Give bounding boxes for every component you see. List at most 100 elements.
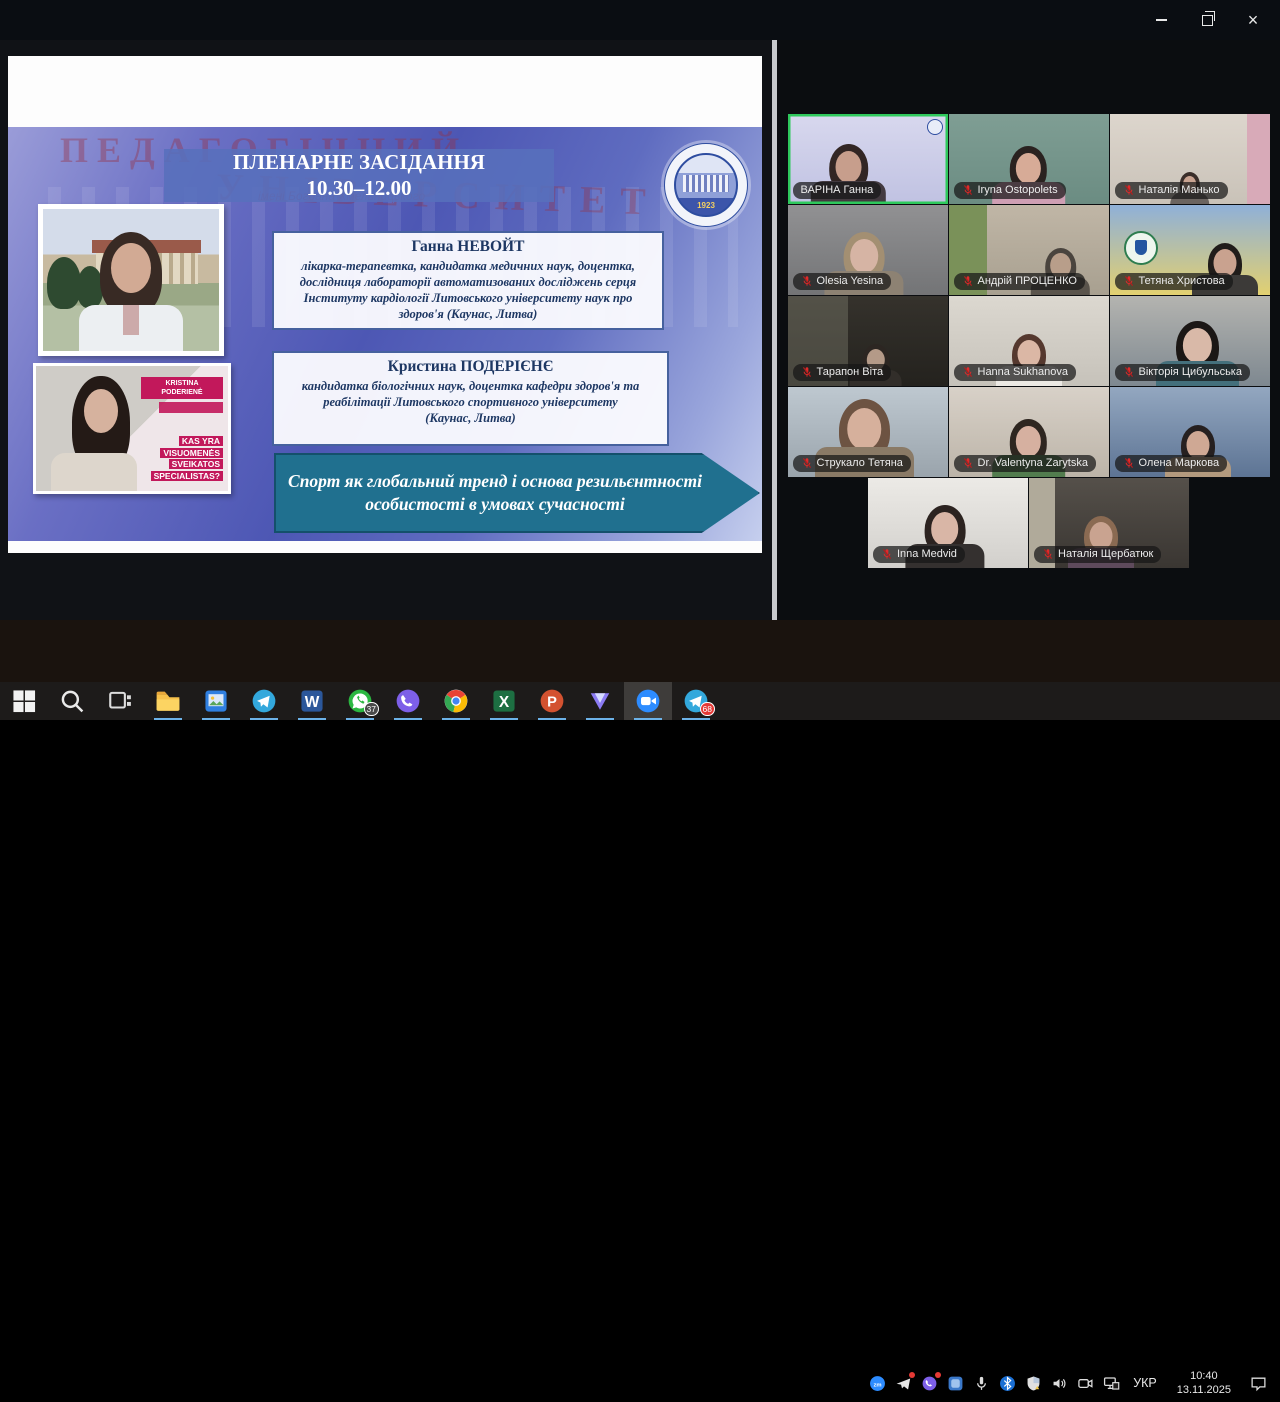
participant-name-label: Струкало Тетяна bbox=[792, 454, 911, 472]
university-emblem-seal: 1923 bbox=[674, 153, 738, 217]
taskbar-telegram-2-icon[interactable]: 68 bbox=[672, 682, 720, 720]
person-face bbox=[931, 512, 959, 546]
tile-university-emblem-icon bbox=[926, 118, 943, 135]
svg-text:X: X bbox=[499, 694, 510, 711]
taskbar-explorer-icon[interactable] bbox=[144, 682, 192, 720]
language-indicator[interactable]: УКР bbox=[1133, 1376, 1157, 1390]
slide-title-line1: ПЛЕНАРНЕ ЗАСІДАННЯ bbox=[233, 149, 485, 174]
participants-panel: ВАРІНА Ганна Iryna Ostopolets Наталія Мань… bbox=[777, 40, 1280, 620]
participant-tile[interactable]: Iryna Ostopolets bbox=[948, 113, 1109, 204]
close-button[interactable]: × bbox=[1230, 0, 1276, 40]
taskbar-start-icon[interactable] bbox=[0, 682, 48, 720]
taskbar-viber-icon[interactable] bbox=[384, 682, 432, 720]
taskbar-telegram-2-badge: 68 bbox=[699, 702, 715, 716]
taskbar-chrome-icon[interactable] bbox=[432, 682, 480, 720]
tray-app-blue-icon[interactable] bbox=[946, 1374, 964, 1392]
mic-muted-icon bbox=[1123, 275, 1135, 287]
participant-name-label: ВАРІНА Ганна bbox=[792, 181, 882, 199]
photo1-person-coat bbox=[79, 305, 183, 351]
slide-title-line2: 10.30–12.00 bbox=[306, 175, 412, 200]
participant-tile[interactable]: Наталія Манько bbox=[1109, 113, 1270, 204]
clock[interactable]: 10:40 13.11.2025 bbox=[1177, 1369, 1231, 1398]
speaker2-name: Кристина ПОДЕРІЄНЄ bbox=[387, 358, 554, 375]
screen-share-area: ПЕДАГОГІЧНИЙ УНІВЕРСИТЕТ імені Богдана Х… bbox=[0, 40, 772, 620]
participant-tile[interactable]: Олена Маркова bbox=[1109, 386, 1270, 477]
participant-tile[interactable]: Dr. Valentyna Zarytska bbox=[948, 386, 1109, 477]
restore-button[interactable] bbox=[1184, 0, 1230, 40]
taskbar-whatsapp-badge: 37 bbox=[363, 702, 379, 716]
taskbar-excel-icon[interactable]: X bbox=[480, 682, 528, 720]
participant-name: Наталія Щербатюк bbox=[1058, 548, 1154, 560]
time: 10:40 bbox=[1190, 1369, 1218, 1382]
participant-name-label: Inna Medvid bbox=[873, 545, 965, 563]
taskbar-powerpoint-icon[interactable]: P bbox=[528, 682, 576, 720]
speaker1-photo bbox=[38, 204, 224, 356]
participant-name: Струкало Тетяна bbox=[816, 457, 903, 469]
taskbar-whatsapp-icon[interactable]: 37 bbox=[336, 682, 384, 720]
participant-name-label: Тарапон Віта bbox=[792, 363, 892, 381]
photo2-caption-name: KRISTINA PODERIENĖ bbox=[141, 377, 223, 400]
participant-name: Olesia Yesina bbox=[816, 275, 884, 287]
taskbar-telegram-icon[interactable] bbox=[240, 682, 288, 720]
date: 13.11.2025 bbox=[1176, 1384, 1231, 1396]
taskbar-zoom-icon[interactable] bbox=[624, 682, 672, 720]
mic-muted-icon bbox=[1042, 548, 1054, 560]
participant-name-label: Вікторія Цибульська bbox=[1114, 363, 1250, 381]
notification-dot bbox=[909, 1372, 916, 1378]
tray-mic-icon[interactable] bbox=[972, 1374, 990, 1392]
taskbar: W 37 X P 68 zm УКР 10:40 13.11.2025 bbox=[0, 682, 1280, 1396]
taskbar-apps: W 37 X P 68 bbox=[0, 682, 720, 720]
tray-viber-tray-icon[interactable] bbox=[920, 1372, 942, 1392]
photo1-tree bbox=[47, 257, 81, 310]
mic-muted-icon bbox=[801, 457, 813, 469]
participant-tile[interactable]: Струкало Тетяна bbox=[787, 386, 948, 477]
participant-tile[interactable]: Olesia Yesina bbox=[787, 204, 948, 295]
participant-tile[interactable]: Inna Medvid bbox=[868, 477, 1028, 568]
tray-camera-icon[interactable] bbox=[1076, 1374, 1094, 1392]
participant-tile[interactable]: Вікторія Цибульська bbox=[1109, 295, 1270, 386]
person-face bbox=[1015, 425, 1042, 457]
minimize-icon bbox=[1155, 19, 1167, 21]
participant-name: ВАРІНА Ганна bbox=[800, 184, 874, 196]
mic-muted-icon bbox=[801, 366, 813, 378]
mic-muted-icon bbox=[1123, 457, 1135, 469]
participant-name: Наталія Манько bbox=[1138, 184, 1220, 196]
participant-name: Dr. Valentyna Zarytska bbox=[977, 457, 1088, 469]
speaker2-photo: KRISTINA PODERIENĖ KAS YRA VISUOMENĖS SV… bbox=[33, 363, 231, 494]
taskbar-photos-icon[interactable] bbox=[192, 682, 240, 720]
tray-notification-icon[interactable] bbox=[1246, 1374, 1270, 1392]
tray-zoom-tray-icon[interactable]: zm bbox=[868, 1374, 886, 1392]
tray-bluetooth-icon[interactable] bbox=[998, 1374, 1016, 1392]
participant-name-label: Олена Маркова bbox=[1114, 454, 1228, 472]
taskbar-word-icon[interactable]: W bbox=[288, 682, 336, 720]
participant-tile[interactable]: Наталія Щербатюк bbox=[1029, 477, 1189, 568]
participant-tile[interactable]: Hanna Sukhanova bbox=[948, 295, 1109, 386]
participant-name-label: Наталія Манько bbox=[1114, 181, 1228, 199]
speaker1-bio: лікарка-терапевтка, кандидатка медичних … bbox=[299, 259, 637, 321]
taskbar-taskview-icon[interactable] bbox=[96, 682, 144, 720]
tray-network-icon[interactable] bbox=[1102, 1374, 1120, 1392]
presentation-slide: ПЕДАГОГІЧНИЙ УНІВЕРСИТЕТ імені Богдана Х… bbox=[8, 127, 762, 541]
minimize-button[interactable] bbox=[1138, 0, 1184, 40]
participant-name: Inna Medvid bbox=[897, 548, 957, 560]
taskbar-vpn-icon[interactable] bbox=[576, 682, 624, 720]
participant-tile[interactable]: ВАРІНА Ганна bbox=[787, 113, 948, 204]
tray-telegram-tray-icon[interactable] bbox=[894, 1372, 916, 1392]
participant-tile[interactable]: Андрій ПРОЦЕНКО bbox=[948, 204, 1109, 295]
participant-name: Вікторія Цибульська bbox=[1138, 366, 1242, 378]
system-tray: zm УКР 10:40 13.11.2025 bbox=[868, 1364, 1280, 1402]
video-background-accent bbox=[1247, 113, 1270, 204]
person-face bbox=[1015, 152, 1042, 184]
taskbar-search-icon[interactable] bbox=[48, 682, 96, 720]
mic-muted-icon bbox=[962, 184, 974, 196]
university-emblem: 1923 bbox=[664, 143, 748, 227]
emblem-shield bbox=[1134, 240, 1147, 255]
tray-volume-icon[interactable] bbox=[1050, 1374, 1068, 1392]
participant-tile[interactable]: Тетяна Христова bbox=[1109, 204, 1270, 295]
participant-name-label: Тетяна Христова bbox=[1114, 272, 1233, 290]
participant-name-label: Андрій ПРОЦЕНКО bbox=[953, 272, 1085, 290]
speaker1-info-box: Ганна НЕВОЙТ лікарка-терапевтка, кандида… bbox=[272, 231, 664, 330]
tray-defender-icon[interactable] bbox=[1024, 1374, 1042, 1392]
topic-text: Спорт як глобальний тренд і основа резил… bbox=[288, 471, 702, 514]
participant-tile[interactable]: Тарапон Віта bbox=[787, 295, 948, 386]
